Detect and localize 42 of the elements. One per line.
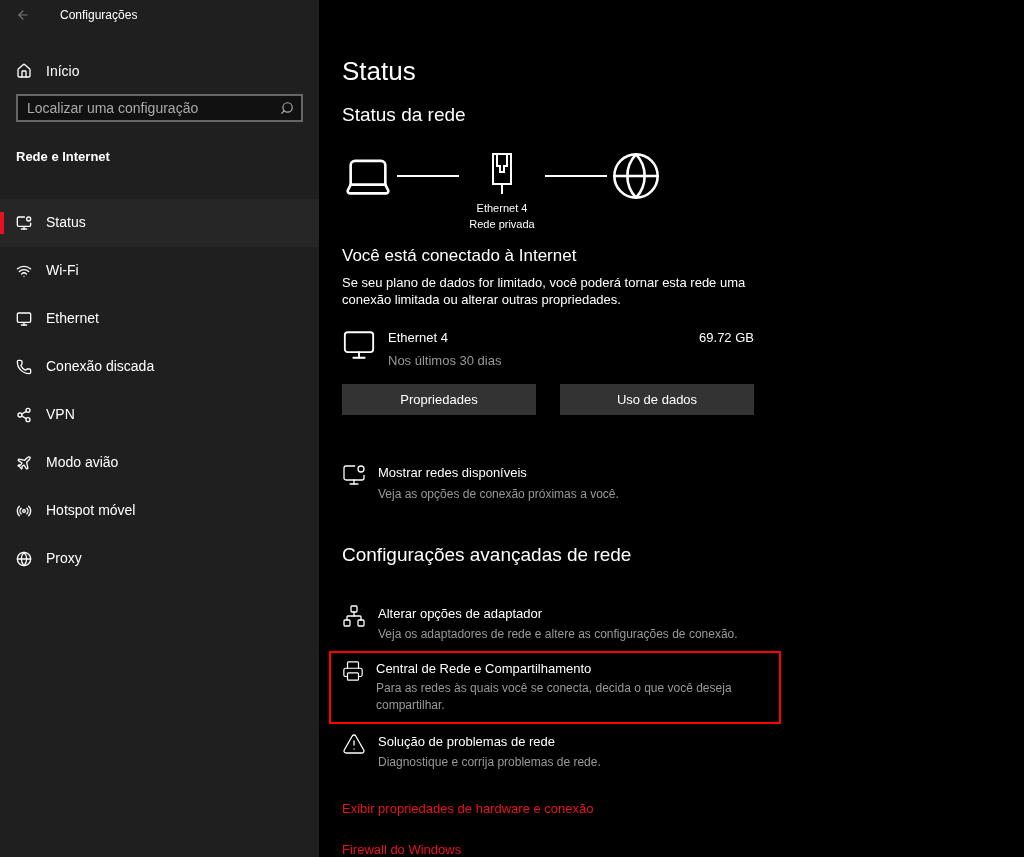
settings-link[interactable]: Mostrar redes disponíveis Veja as opções de conexão próximas a você. (342, 463, 1024, 503)
nav-item[interactable]: Proxy (0, 534, 319, 583)
printer-icon (342, 658, 364, 683)
nav-item[interactable]: Ethernet (0, 294, 319, 343)
home-link[interactable]: Início (0, 60, 319, 82)
globe-icon (16, 550, 32, 567)
action-button[interactable]: Uso de dados (560, 384, 754, 415)
monitor-icon (342, 328, 376, 362)
nodes-icon (16, 406, 32, 423)
nav-item[interactable]: Hotspot móvel (0, 486, 319, 535)
search-icon[interactable] (280, 101, 294, 115)
warning-icon (342, 732, 366, 756)
period-label: Nos últimos 30 dias (388, 351, 503, 370)
nav-item[interactable]: Wi-Fi (0, 246, 319, 295)
settings-link[interactable]: Firewall do Windows (342, 840, 462, 857)
data-amount: 69.72 GB (699, 329, 754, 347)
settings-link[interactable]: Solução de problemas de rede Diagnostique e corrija problemas de rede. (329, 724, 781, 779)
back-icon[interactable] (16, 8, 30, 22)
airplane-icon (16, 454, 32, 471)
page-title: Status (342, 55, 417, 87)
section-heading: Status da rede (342, 103, 467, 127)
selection-indicator (0, 211, 4, 234)
network-type-label: Rede privada (469, 217, 535, 232)
nav-item[interactable]: Conexão discada (0, 342, 319, 391)
adapter-name: Ethernet 4 (388, 329, 449, 347)
settings-link[interactable]: Alterar opções de adaptador Veja os adaptadores de rede e altere as configurações de conexão. (329, 596, 781, 651)
window-title: Configurações (60, 7, 138, 24)
section-heading: Rede e Internet (15, 148, 111, 166)
phone-icon (16, 358, 32, 375)
action-button[interactable]: Propriedades (342, 384, 536, 415)
home-icon (16, 63, 32, 79)
connection-heading: Você está conectado à Internet (342, 244, 578, 267)
settings-link[interactable]: Exibir propriedades de hardware e conexão (342, 798, 594, 818)
nav-item[interactable]: VPN (0, 390, 319, 439)
settings-link[interactable]: Central de Rede e Compartilhamento Para as redes às quais você se conecta, decida o que você deseja compartilhar. (329, 650, 781, 724)
section-heading: Configurações avançadas de rede (342, 542, 633, 567)
search-field[interactable]: Localizar uma configuração (16, 94, 303, 122)
monitor-icon (16, 310, 32, 327)
description-text: Se seu plano de dados for limitado, você poderá tornar esta rede uma conexão limitada ou alterar outras propriedades. (342, 274, 747, 308)
nav-item[interactable]: Modo avião (0, 438, 319, 487)
adapter-label: Ethernet 4 (476, 200, 528, 216)
nav-item[interactable]: Status (0, 198, 319, 247)
